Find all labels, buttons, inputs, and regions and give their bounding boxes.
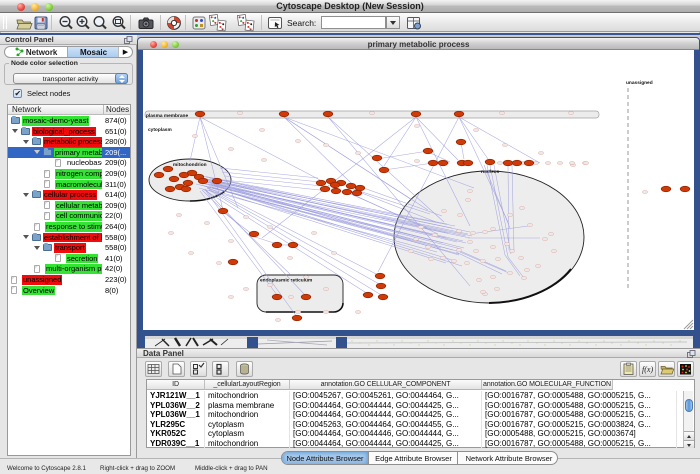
svg-text:f(x): f(x): [642, 365, 653, 374]
svg-text:cytoplasm: cytoplasm: [148, 127, 172, 133]
svg-text:mitochondrion: mitochondrion: [173, 162, 207, 168]
svg-text:plasma membrane: plasma membrane: [146, 113, 188, 119]
svg-text:unassigned: unassigned: [626, 80, 653, 86]
